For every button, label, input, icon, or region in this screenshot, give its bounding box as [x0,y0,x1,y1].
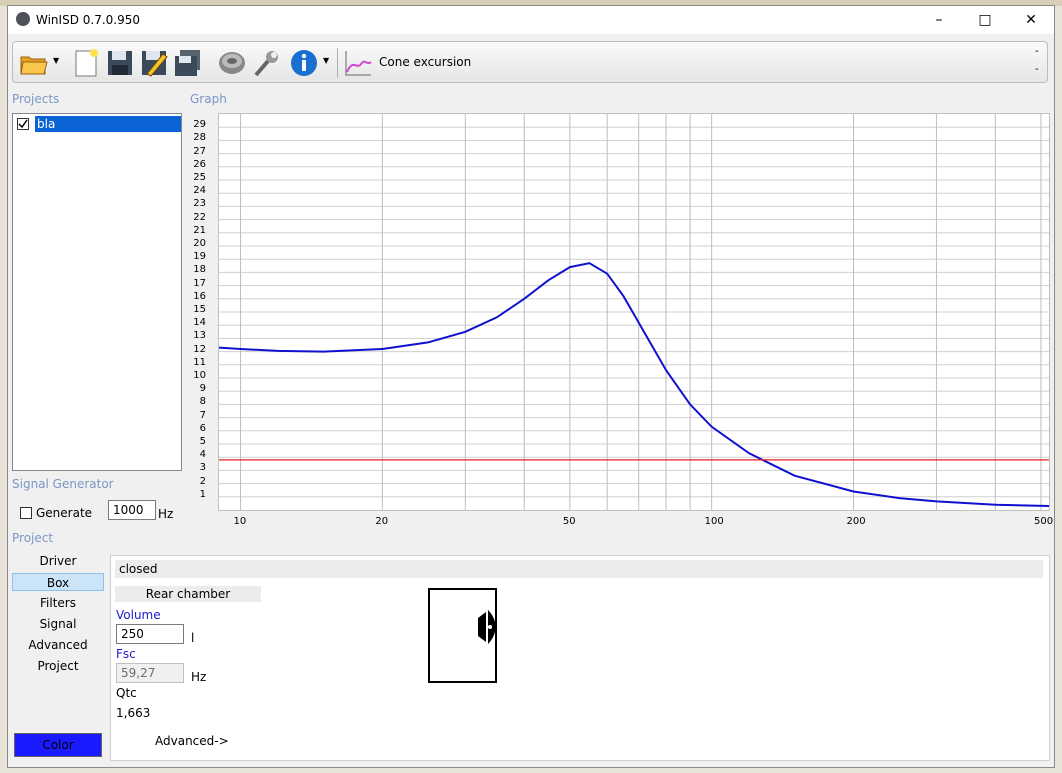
rear-chamber-header: Rear chamber [115,586,261,602]
generate-label: Generate [36,506,93,520]
y-tick-label: 22 [193,211,206,223]
cone-excursion-curve [219,262,1049,507]
y-tick-label: 17 [193,277,206,289]
graph-selector-label[interactable]: Cone excursion [379,55,471,69]
projects-list[interactable]: bla [12,113,182,471]
signal-frequency-unit: Hz [158,507,174,521]
volume-label: Volume [116,608,161,622]
open-folder-icon[interactable] [19,48,49,78]
nav-driver[interactable]: Driver [12,552,104,570]
y-tick-label: 29 [193,119,206,131]
nav-box[interactable]: Box [12,573,104,591]
close-button[interactable]: ✕ [1008,6,1054,34]
y-tick-label: 18 [193,264,206,276]
qtc-label: Qtc [116,686,137,700]
y-tick-label: 21 [193,224,206,236]
x-tick-label: 10 [233,516,247,527]
x-tick-label: 50 [562,516,576,527]
nav-advanced[interactable]: Advanced [12,636,104,654]
y-tick-label: 8 [199,396,206,408]
generate-checkbox[interactable] [20,507,32,519]
save-all-icon[interactable] [173,48,203,78]
project-checkbox[interactable] [17,118,29,130]
y-tick-label: 15 [193,304,206,315]
nav-filters[interactable]: Filters [12,594,104,612]
box-settings-panel: closed Rear chamber Volume 250 l Fsc 59,… [110,555,1050,761]
y-tick-label: 14 [193,317,206,329]
y-tick-label: 13 [193,330,206,342]
fsc-unit: Hz [191,670,207,684]
y-tick-label: 12 [193,343,206,355]
maximize-button[interactable]: □ [962,6,1008,34]
info-icon[interactable] [289,48,319,78]
x-tick-label: 100 [704,516,724,527]
window-title: WinISD 0.7.0.950 [36,13,141,27]
volume-unit: l [191,631,195,645]
wrench-icon[interactable] [251,48,281,78]
y-tick-label: 19 [193,251,206,263]
save-as-icon[interactable] [139,48,169,78]
toolbar-separator [337,48,338,78]
box-type-dropdown[interactable]: closed [115,560,1043,578]
y-tick-label: 10 [193,370,206,381]
signal-frequency-input[interactable]: 1000 [108,500,156,520]
y-tick-label: 27 [193,145,206,157]
x-tick-label: 200 [846,516,866,527]
toolbar: ▼ ▼ Cone excursion - - [12,41,1048,83]
fsc-label: Fsc [116,647,136,661]
advanced-link[interactable]: Advanced-> [155,734,229,748]
fsc-field: 59,27 [116,663,184,683]
y-tick-label: 23 [193,198,206,210]
project-item[interactable]: bla [35,116,181,132]
y-tick-label: 20 [193,238,206,249]
app-icon [16,12,30,26]
toolbar-mark-bottom: - [1035,64,1039,75]
driver-icon[interactable] [217,48,247,78]
x-tick-label: 20 [375,516,389,527]
qtc-value: 1,663 [116,706,151,720]
y-tick-label: 25 [193,172,206,183]
volume-input[interactable]: 250 [116,624,184,644]
app-window: WinISD 0.7.0.950 – □ ✕ ▼ ▼ Cone excursio… [7,5,1055,768]
nav-signal[interactable]: Signal [12,615,104,633]
y-tick-label: 7 [199,409,206,421]
y-tick-label: 24 [193,185,206,197]
minimize-button[interactable]: – [916,6,962,34]
projects-label: Projects [12,92,60,106]
y-tick-label: 16 [193,290,206,302]
y-tick-label: 26 [193,158,206,170]
y-tick-label: 28 [193,132,206,144]
y-tick-label: 3 [199,462,206,474]
color-button[interactable]: Color [14,733,102,757]
y-tick-label: 2 [199,475,206,487]
y-tick-label: 6 [199,422,206,434]
chart-svg [219,114,1049,510]
y-tick-label: 9 [199,383,206,395]
box-diagram-icon [428,588,498,684]
y-tick-label: 11 [193,356,206,368]
title-bar: WinISD 0.7.0.950 – □ ✕ [8,6,1054,34]
signal-generator-label: Signal Generator [12,477,114,491]
y-tick-label: 4 [199,449,206,461]
graph-label: Graph [190,92,227,106]
save-icon[interactable] [105,48,135,78]
project-section-label: Project [12,531,54,545]
graph-selector-icon[interactable] [343,48,373,78]
toolbar-mark-top: - [1035,46,1039,57]
y-tick-label: 1 [199,488,206,500]
dropdown-arrow-icon[interactable]: ▼ [53,56,59,65]
dropdown-arrow-icon[interactable]: ▼ [323,56,329,65]
graph-area[interactable] [218,113,1050,511]
new-document-icon[interactable] [71,48,101,78]
x-tick-label: 500 [1033,516,1054,527]
nav-project[interactable]: Project [12,657,104,675]
y-tick-label: 5 [199,436,206,447]
